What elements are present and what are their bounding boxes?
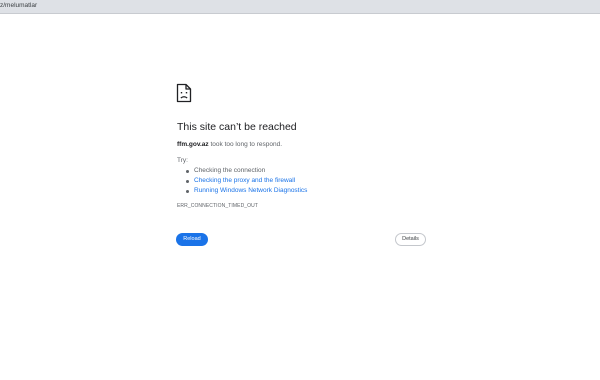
- details-button[interactable]: Details: [395, 233, 426, 246]
- bullet-icon: [186, 169, 189, 173]
- error-message-suffix: took too long to respond.: [208, 141, 283, 148]
- network-diagnostics-link[interactable]: Running Windows Network Diagnostics: [194, 187, 307, 194]
- bullet-icon: [186, 189, 189, 193]
- bullet-icon: [186, 179, 189, 183]
- error-message: ffm.gov.az took too long to respond.: [177, 140, 282, 149]
- error-host: ffm.gov.az: [177, 141, 209, 148]
- reload-button[interactable]: Reload: [176, 233, 208, 246]
- suggestion-list: Checking the connection Checking the pro…: [186, 166, 307, 196]
- suggestion-label: Checking the connection: [194, 167, 266, 174]
- suggestion-check-connection: Checking the connection: [186, 166, 307, 176]
- suggestion-check-proxy-firewall[interactable]: Checking the proxy and the firewall: [186, 176, 307, 186]
- error-code: ERR_CONNECTION_TIMED_OUT: [177, 203, 259, 209]
- address-url-text[interactable]: z/melumatlar: [0, 1, 37, 11]
- suggestion-network-diagnostics[interactable]: Running Windows Network Diagnostics: [186, 186, 307, 196]
- check-proxy-firewall-link[interactable]: Checking the proxy and the firewall: [194, 177, 295, 184]
- sad-page-icon: [176, 83, 192, 103]
- try-label: Try:: [177, 157, 188, 164]
- error-title: This site can’t be reached: [177, 121, 297, 133]
- browser-address-bar[interactable]: z/melumatlar: [0, 0, 600, 14]
